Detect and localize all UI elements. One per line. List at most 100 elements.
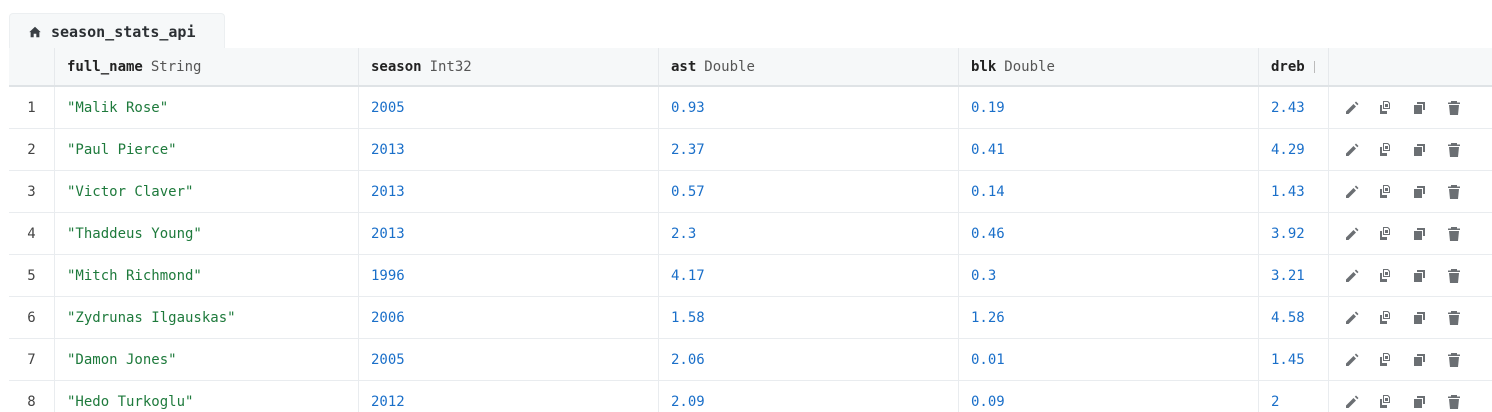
cell-dreb[interactable]: 2	[1259, 381, 1329, 412]
copy-icon[interactable]	[1411, 267, 1429, 285]
cell-blk[interactable]: 0.41	[959, 129, 1259, 170]
cell-ast[interactable]: 0.57	[659, 171, 959, 212]
cell-season[interactable]: 1996	[359, 255, 659, 296]
duplicate-icon[interactable]	[1377, 393, 1395, 411]
table-row[interactable]: 8 "Hedo Turkoglu" 2012 2.09 0.09 2	[9, 381, 1492, 412]
cell-full-name[interactable]: "Hedo Turkoglu"	[55, 381, 359, 412]
cell-ast[interactable]: 2.06	[659, 339, 959, 380]
table-row[interactable]: 7 "Damon Jones" 2005 2.06 0.01 1.45	[9, 339, 1492, 381]
table-row[interactable]: 3 "Victor Claver" 2013 0.57 0.14 1.43	[9, 171, 1492, 213]
edit-icon[interactable]	[1343, 225, 1361, 243]
cell-ast[interactable]: 2.09	[659, 381, 959, 412]
edit-icon[interactable]	[1343, 141, 1361, 159]
cell-full-name[interactable]: "Mitch Richmond"	[55, 255, 359, 296]
cell-dreb[interactable]: 4.29	[1259, 129, 1329, 170]
cell-blk[interactable]: 0.09	[959, 381, 1259, 412]
cell-dreb[interactable]: 4.58	[1259, 297, 1329, 338]
delete-icon[interactable]	[1445, 267, 1463, 285]
copy-icon[interactable]	[1411, 99, 1429, 117]
cell-blk[interactable]: 0.46	[959, 213, 1259, 254]
column-header-ast[interactable]: ast Double	[659, 48, 959, 85]
actions-header	[1329, 48, 1492, 85]
table-row[interactable]: 4 "Thaddeus Young" 2013 2.3 0.46 3.92	[9, 213, 1492, 255]
cell-blk[interactable]: 0.14	[959, 171, 1259, 212]
copy-icon[interactable]	[1411, 393, 1429, 411]
row-index: 1	[9, 87, 55, 128]
copy-icon[interactable]	[1411, 309, 1429, 327]
delete-icon[interactable]	[1445, 183, 1463, 201]
delete-icon[interactable]	[1445, 141, 1463, 159]
column-name: blk	[971, 58, 997, 75]
cell-blk[interactable]: 0.3	[959, 255, 1259, 296]
cell-season[interactable]: 2013	[359, 213, 659, 254]
duplicate-icon[interactable]	[1377, 141, 1395, 159]
delete-icon[interactable]	[1445, 225, 1463, 243]
cell-ast[interactable]: 2.37	[659, 129, 959, 170]
row-index: 7	[9, 339, 55, 380]
copy-icon[interactable]	[1411, 351, 1429, 369]
edit-icon[interactable]	[1343, 351, 1361, 369]
column-header-season[interactable]: season Int32	[359, 48, 659, 85]
cell-full-name[interactable]: "Victor Claver"	[55, 171, 359, 212]
copy-icon[interactable]	[1411, 183, 1429, 201]
column-header-full-name[interactable]: full_name String	[55, 48, 359, 85]
cell-season[interactable]: 2013	[359, 171, 659, 212]
cell-blk[interactable]: 0.19	[959, 87, 1259, 128]
delete-icon[interactable]	[1445, 309, 1463, 327]
table-row[interactable]: 6 "Zydrunas Ilgauskas" 2006 1.58 1.26 4.58	[9, 297, 1492, 339]
cell-season[interactable]: 2005	[359, 339, 659, 380]
cell-dreb[interactable]: 3.21	[1259, 255, 1329, 296]
table-row[interactable]: 2 "Paul Pierce" 2013 2.37 0.41 4.29	[9, 129, 1492, 171]
cell-full-name[interactable]: "Damon Jones"	[55, 339, 359, 380]
table-row[interactable]: 1 "Malik Rose" 2005 0.93 0.19 2.43	[9, 87, 1492, 129]
data-grid: full_name String season Int32 ast Double…	[9, 48, 1492, 412]
column-header-dreb[interactable]: dreb	[1259, 48, 1329, 85]
cell-dreb[interactable]: 1.45	[1259, 339, 1329, 380]
cell-ast[interactable]: 0.93	[659, 87, 959, 128]
cell-full-name[interactable]: "Paul Pierce"	[55, 129, 359, 170]
row-index: 6	[9, 297, 55, 338]
row-actions	[1329, 381, 1492, 412]
copy-icon[interactable]	[1411, 225, 1429, 243]
cell-full-name[interactable]: "Thaddeus Young"	[55, 213, 359, 254]
duplicate-icon[interactable]	[1377, 183, 1395, 201]
cell-ast[interactable]: 1.58	[659, 297, 959, 338]
cell-dreb[interactable]: 2.43	[1259, 87, 1329, 128]
edit-icon[interactable]	[1343, 99, 1361, 117]
duplicate-icon[interactable]	[1377, 99, 1395, 117]
delete-icon[interactable]	[1445, 393, 1463, 411]
cell-full-name[interactable]: "Zydrunas Ilgauskas"	[55, 297, 359, 338]
cell-season[interactable]: 2012	[359, 381, 659, 412]
edit-icon[interactable]	[1343, 267, 1361, 285]
row-actions	[1329, 339, 1492, 380]
tab-season-stats-api[interactable]: season_stats_api	[9, 13, 225, 49]
cell-ast[interactable]: 4.17	[659, 255, 959, 296]
delete-icon[interactable]	[1445, 99, 1463, 117]
cell-full-name[interactable]: "Malik Rose"	[55, 87, 359, 128]
copy-icon[interactable]	[1411, 141, 1429, 159]
row-actions	[1329, 87, 1492, 128]
cell-blk[interactable]: 0.01	[959, 339, 1259, 380]
delete-icon[interactable]	[1445, 351, 1463, 369]
table-row[interactable]: 5 "Mitch Richmond" 1996 4.17 0.3 3.21	[9, 255, 1492, 297]
cell-dreb[interactable]: 3.92	[1259, 213, 1329, 254]
column-divider	[1313, 60, 1315, 73]
cell-season[interactable]: 2013	[359, 129, 659, 170]
edit-icon[interactable]	[1343, 183, 1361, 201]
edit-icon[interactable]	[1343, 309, 1361, 327]
duplicate-icon[interactable]	[1377, 309, 1395, 327]
column-name: full_name	[67, 58, 143, 75]
cell-dreb[interactable]: 1.43	[1259, 171, 1329, 212]
cell-blk[interactable]: 1.26	[959, 297, 1259, 338]
duplicate-icon[interactable]	[1377, 351, 1395, 369]
cell-ast[interactable]: 2.3	[659, 213, 959, 254]
column-type: Double	[704, 58, 755, 75]
row-index: 4	[9, 213, 55, 254]
cell-season[interactable]: 2005	[359, 87, 659, 128]
row-index: 5	[9, 255, 55, 296]
duplicate-icon[interactable]	[1377, 225, 1395, 243]
edit-icon[interactable]	[1343, 393, 1361, 411]
duplicate-icon[interactable]	[1377, 267, 1395, 285]
column-header-blk[interactable]: blk Double	[959, 48, 1259, 85]
cell-season[interactable]: 2006	[359, 297, 659, 338]
